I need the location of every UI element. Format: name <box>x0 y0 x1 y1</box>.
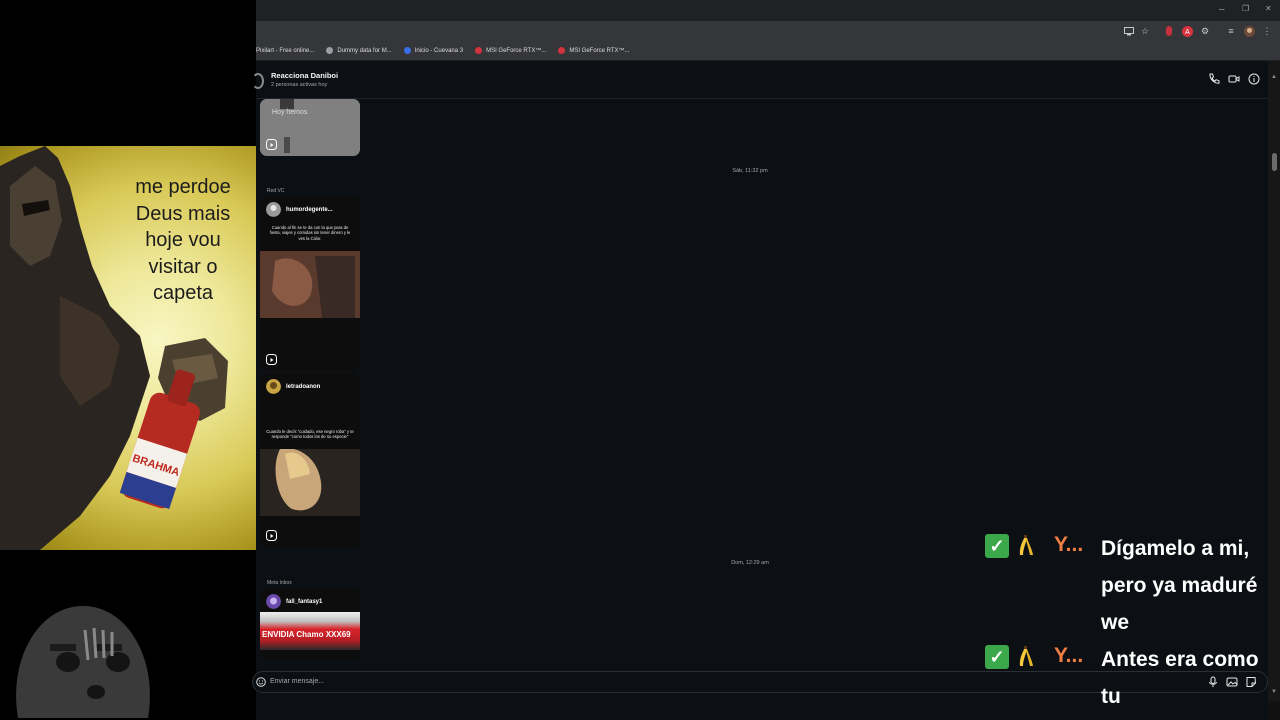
bookmark-item[interactable]: Dummy data for M... <box>326 47 392 54</box>
shared-reel-card[interactable]: Hoy hemos <box>260 99 360 156</box>
reel-icon <box>266 354 277 365</box>
check-badge-icon: ✓ <box>985 645 1009 669</box>
bookmark-star-icon[interactable]: ☆ <box>1139 25 1151 37</box>
shared-reel-card[interactable]: humordegente... Cuando al fin se te da c… <box>260 196 360 371</box>
message-line: tu <box>1101 685 1121 708</box>
message-line: Dígamelo a mi, <box>1101 537 1250 560</box>
reel-thumbnail <box>260 251 360 318</box>
phone-call-icon[interactable] <box>1208 73 1220 85</box>
title-bar: – ❐ ✕ <box>256 0 1280 21</box>
sender-label: Meta Inbox <box>267 580 292 586</box>
banana-badge-icon <box>1015 645 1037 669</box>
reel-banner-text: ENVIDIA Chamo XXX69 <box>262 630 351 639</box>
meme-caption: me perdoe Deus mais hoje vou visitar o c… <box>112 174 254 307</box>
meme-image: BRAHMA me perdoe Deus mais hoje vou visi… <box>0 146 256 550</box>
author-avatar <box>266 379 281 394</box>
stream-username: Y... <box>1054 533 1084 556</box>
meme-line: Deus mais <box>135 202 231 225</box>
stream-message-text: Antes era como tu <box>1101 641 1279 715</box>
profile-avatar-icon[interactable] <box>1243 25 1255 37</box>
cast-icon[interactable] <box>1123 25 1135 37</box>
scroll-up-arrow[interactable]: ▲ <box>1271 74 1277 80</box>
message-line: Antes era como <box>1101 648 1259 671</box>
author-avatar <box>266 594 281 609</box>
extensions-puzzle-icon[interactable]: ⚙ <box>1199 25 1211 37</box>
chat-header: Reacciona Daniboi 2 personas activas hoy <box>252 61 1268 99</box>
stream-message-text: Dígamelo a mi, pero ya maduré we <box>1101 530 1279 641</box>
bookmark-item[interactable]: MSI GeForce RTX™... <box>475 47 546 54</box>
shared-reel-card[interactable]: letradoanon Cuando le decís "cuidado, es… <box>260 373 360 548</box>
bookmark-item[interactable]: Pixilart - Free online... <box>256 48 314 54</box>
author-username[interactable]: humordegente... <box>286 207 333 213</box>
stream-chat-message: ✓ Y... Dígamelo a mi, pero ya maduré we <box>985 533 1280 646</box>
bookmark-label: MSI GeForce RTX™... <box>569 47 630 54</box>
group-avatar[interactable] <box>252 73 264 89</box>
meme-line: capeta <box>152 282 214 304</box>
extension-adblock-icon[interactable]: A <box>1181 25 1193 37</box>
reel-caption: Cuando al fin se te da con la que para d… <box>269 225 351 241</box>
msi-icon <box>475 47 483 54</box>
reel-icon <box>266 139 277 150</box>
scrollbar-thumb[interactable] <box>1272 153 1277 171</box>
reel-author: fall_fantasy1 <box>266 594 322 609</box>
banana-badge-icon <box>1015 534 1037 558</box>
user-badges: ✓ <box>985 645 1037 669</box>
bookmark-item[interactable]: MSI GeForce RTX™... <box>558 47 630 54</box>
svg-text:A: A <box>1185 29 1190 36</box>
shared-reel-card[interactable]: fall_fantasy1 ENVIDIA Chamo XXX69 <box>260 588 360 660</box>
author-username[interactable]: letradoanon <box>286 384 320 390</box>
browser-menu-icon[interactable]: ⋮ <box>1261 25 1273 37</box>
media-controls-icon[interactable]: ≡ <box>1225 25 1237 37</box>
reel-caption: Cuando le decís "cuidado, ese negro roba… <box>266 429 354 440</box>
video-call-icon[interactable] <box>1228 73 1240 85</box>
author-username[interactable]: fall_fantasy1 <box>286 599 322 605</box>
globe-icon <box>326 47 334 54</box>
bookmark-label: Pixilart - Free online... <box>256 47 315 54</box>
timestamp-divider: Sáb, 11:32 pm <box>732 168 768 174</box>
reel-overlay-text: Hoy hemos <box>272 109 308 116</box>
reel-icon <box>266 530 277 541</box>
bookmark-label: Dummy data for M... <box>337 47 392 54</box>
user-badges: ✓ <box>985 534 1037 558</box>
emoji-icon[interactable] <box>256 677 266 687</box>
meme-line: visitar o <box>148 255 218 278</box>
message-input[interactable]: Enviar mensaje... <box>270 678 324 685</box>
cuevana-icon <box>403 47 411 54</box>
timestamp-divider: Dom, 12:29 am <box>731 560 769 566</box>
info-icon[interactable] <box>1248 73 1260 85</box>
minimize-button[interactable]: – <box>1219 4 1225 15</box>
bookmark-label: MSI GeForce RTX™... <box>486 47 547 54</box>
reel-author: humordegente... <box>266 202 333 217</box>
meme-line: me perdoe <box>135 176 231 198</box>
chat-subtitle: 2 personas activas hoy <box>271 82 328 88</box>
meme-line: hoje vou <box>145 229 221 251</box>
reel-thumbnail <box>260 449 360 516</box>
close-button[interactable]: ✕ <box>1265 4 1272 13</box>
stream-username: Y... <box>1054 644 1084 667</box>
screen: BRAHMA me perdoe Deus mais hoje vou visi… <box>0 0 1280 720</box>
sender-label: Red VC <box>267 188 285 194</box>
message-line: pero ya maduré <box>1101 574 1258 597</box>
mascot-blob <box>16 606 150 718</box>
check-badge-icon: ✓ <box>985 534 1009 558</box>
bookmark-label: Inicio - Cuevana 3 <box>414 47 464 54</box>
chat-title[interactable]: Reacciona Daniboi <box>271 71 338 80</box>
msi-icon <box>558 47 566 54</box>
message-line: we <box>1101 611 1130 634</box>
extension-record-icon[interactable] <box>1163 25 1175 37</box>
author-avatar <box>266 202 281 217</box>
restore-button[interactable]: ❐ <box>1242 4 1249 13</box>
bookmark-item[interactable]: Inicio - Cuevana 3 <box>403 47 464 54</box>
stream-overlay-left: BRAHMA me perdoe Deus mais hoje vou visi… <box>0 0 256 720</box>
reel-author: letradoanon <box>266 379 320 394</box>
stream-chat-message: ✓ Y... Antes era como tu <box>985 644 1280 720</box>
bookmarks-bar: Pixilart - Free online... Dummy data for… <box>256 41 1280 61</box>
